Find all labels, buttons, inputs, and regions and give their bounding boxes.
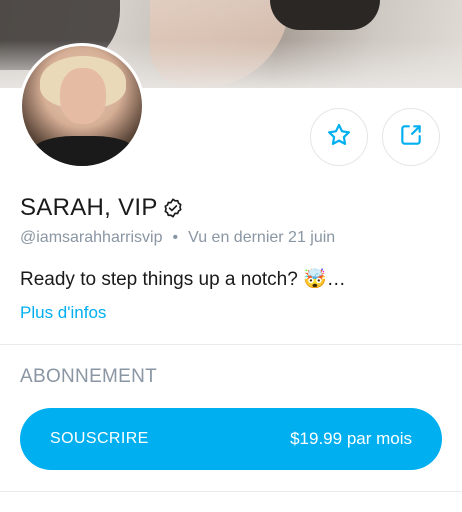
profile-name: SARAH, VIP: [20, 194, 158, 221]
divider: [0, 344, 462, 345]
favorite-button[interactable]: [310, 108, 368, 166]
subscribe-button[interactable]: SOUSCRIRE $19.99 par mois: [20, 408, 442, 470]
share-icon: [398, 122, 424, 153]
more-info-link[interactable]: Plus d'infos: [20, 303, 106, 323]
star-icon: [326, 122, 352, 153]
verified-badge-icon: [162, 197, 184, 219]
avatar[interactable]: [19, 43, 145, 169]
meta-separator: •: [172, 229, 179, 246]
subscribe-price: $19.99 par mois: [290, 429, 412, 448]
share-button[interactable]: [382, 108, 440, 166]
profile-meta: @iamsarahharrisvip • Vu en dernier 21 ju…: [20, 229, 335, 247]
divider: [0, 491, 462, 492]
profile-name-row: SARAH, VIP: [20, 194, 184, 222]
subscribe-label: SOUSCRIRE: [50, 430, 149, 447]
profile-bio: Ready to step things up a notch? 🤯…: [20, 269, 346, 290]
last-seen: Vu en dernier 21 juin: [188, 229, 336, 246]
profile-handle: @iamsarahharrisvip: [20, 229, 163, 246]
subscription-section-title: ABONNEMENT: [20, 366, 158, 387]
